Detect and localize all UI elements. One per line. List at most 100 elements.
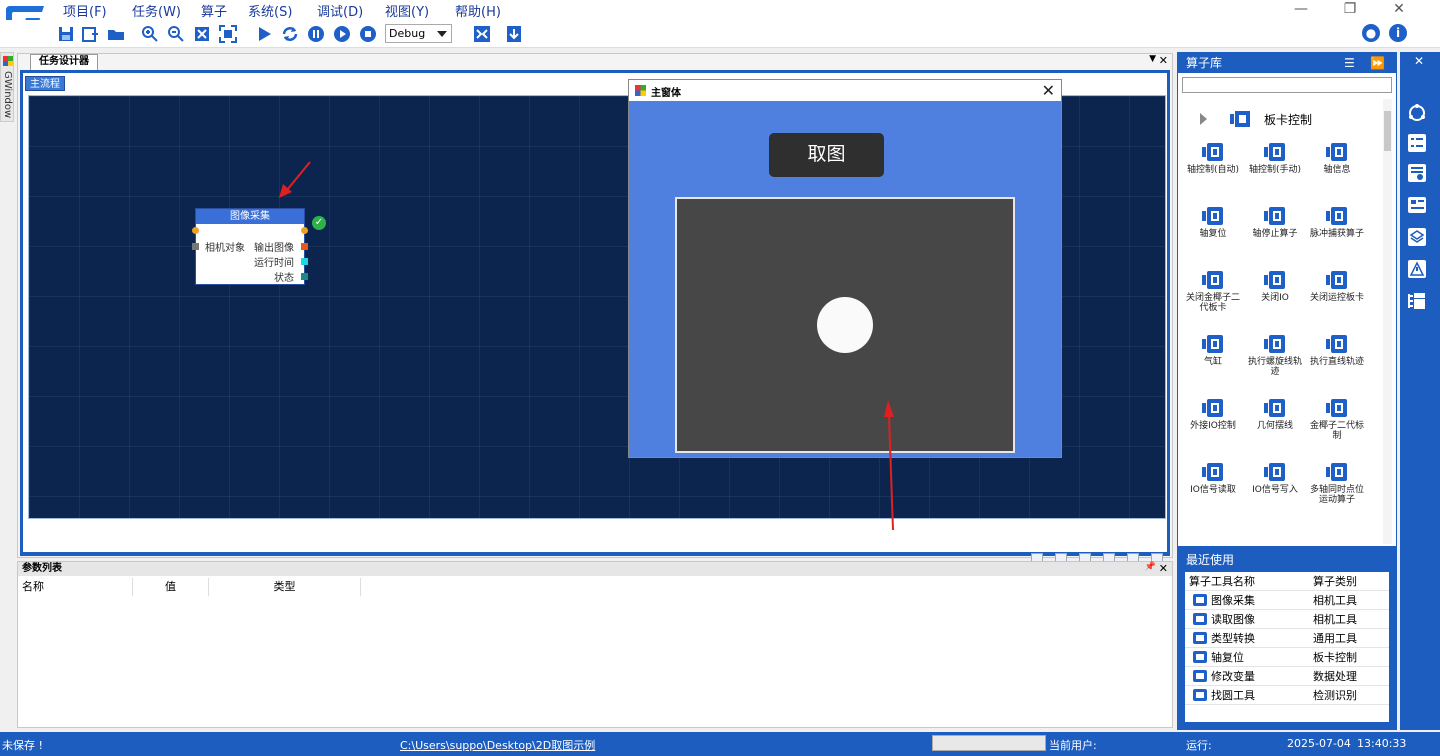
pause-icon[interactable] [306,24,326,44]
tab-main-flow[interactable]: 主流程 [25,76,65,91]
operator-item[interactable]: 执行直线轨迹 [1306,333,1368,367]
operator-item[interactable]: 轴停止算子 [1244,205,1306,239]
user-icon[interactable]: ● [1362,24,1380,42]
layers-icon[interactable] [1406,226,1428,248]
menu-system[interactable]: 系统(S) [248,1,292,20]
recent-row[interactable]: 读取图像 相机工具 [1185,610,1389,629]
operator-item[interactable]: 关闭IO [1244,269,1306,303]
recent-name: 找圆工具 [1211,689,1255,702]
operator-label: 轴信息 [1323,165,1351,175]
operator-item[interactable]: 脉冲捕获算子 [1306,205,1368,239]
status-time: 13:40:33 [1357,737,1407,750]
cylinder-icon [1202,333,1224,355]
library-search-input[interactable] [1182,77,1392,93]
recent-row[interactable]: 图像采集 相机工具 [1185,591,1389,610]
recent-row[interactable]: 找圆工具 检测识别 [1185,686,1389,705]
category-board-control[interactable]: 板卡控制 [1182,105,1378,133]
operator-item[interactable]: 轴控制(手动) [1244,141,1306,175]
fit-icon[interactable] [192,24,212,44]
run-icon[interactable] [254,24,274,44]
settings-list-icon[interactable] [1406,162,1428,184]
zoom-out-icon[interactable] [166,24,186,44]
operator-item[interactable]: 轴复位 [1182,205,1244,239]
status-port[interactable] [301,273,308,280]
menu-operator[interactable]: 算子 [201,1,227,20]
library-scrollbar[interactable] [1383,99,1392,544]
operator-item[interactable]: 关闭金椰子二代板卡 [1182,269,1244,313]
download-icon[interactable] [504,24,524,44]
operator-item[interactable]: IO信号读取 [1182,461,1244,495]
axis-reset-icon [1193,651,1207,663]
params-close-icon[interactable]: ✕ [1159,562,1168,575]
sync-icon[interactable] [1406,102,1428,124]
step-icon[interactable] [332,24,352,44]
running-label: 运行: [1186,739,1212,752]
checklist-icon[interactable] [1406,132,1428,154]
warning-icon[interactable] [1406,258,1428,280]
recent-row[interactable]: 修改变量 数据处理 [1185,667,1389,686]
open-folder-icon[interactable] [106,24,126,44]
menu-view[interactable]: 视图(Y) [385,1,429,20]
menu-project[interactable]: 项目(F) [63,1,107,20]
recent-type: 数据处理 [1313,670,1357,683]
column-name[interactable]: 名称 [22,578,133,596]
scrollbar-thumb[interactable] [1384,111,1391,151]
breakpoint-icon[interactable] [472,24,492,44]
operator-item[interactable]: 气缸 [1182,333,1244,367]
zoom-in-icon[interactable] [140,24,160,44]
node-input-port[interactable] [192,227,199,234]
operator-item[interactable]: 执行螺旋线轨迹 [1244,333,1306,377]
find-circle-icon [1193,689,1207,701]
convert-icon [1193,632,1207,644]
loop-run-icon[interactable] [280,24,300,44]
stop-icon[interactable] [358,24,378,44]
recent-row[interactable]: 轴复位 板卡控制 [1185,648,1389,667]
restore-button[interactable]: ❐ [1327,0,1373,20]
rail-close-icon[interactable]: ✕ [1414,54,1424,68]
panel-icon[interactable] [1406,194,1428,216]
operator-item[interactable]: 外接IO控制 [1182,397,1244,431]
operator-item[interactable]: 金椰子二代标制 [1306,397,1368,441]
column-type[interactable]: 类型 [209,578,361,596]
minimize-button[interactable]: — [1278,0,1324,20]
menu-help[interactable]: 帮助(H) [455,1,501,20]
recent-row[interactable]: 类型转换 通用工具 [1185,629,1389,648]
camera-object-port[interactable] [192,243,199,250]
new-file-icon[interactable] [80,24,100,44]
close-icon[interactable]: ✕ [1159,54,1168,67]
popup-titlebar[interactable]: 主窗体 ✕ [629,80,1061,101]
operator-item[interactable]: 轴信息 [1306,141,1368,175]
mode-select[interactable]: Debug [385,24,452,43]
menu-icon[interactable]: ☰ [1344,53,1355,73]
output-image-port[interactable] [301,243,308,250]
tree-list-icon[interactable] [1406,290,1428,312]
operator-item[interactable]: 多轴同时点位运动算子 [1306,461,1368,505]
window-icon [3,56,13,66]
menu-debug[interactable]: 调试(D) [317,1,363,20]
info-icon[interactable]: i [1389,24,1407,42]
project-path-link[interactable]: C:\Users\suppo\Desktop\2D取图示例 [400,737,595,753]
operator-item[interactable]: 关闭运控板卡 [1306,269,1368,303]
left-dock-strip[interactable]: GWindow [0,52,14,122]
operator-label: 金椰子二代标制 [1309,421,1364,441]
pin-icon[interactable]: 📌 [1145,562,1156,572]
runtime-port[interactable] [301,258,308,265]
tab-task-designer[interactable]: 任务设计器 [30,54,98,70]
popup-close-button[interactable]: ✕ [1042,81,1055,100]
axis-info-icon [1326,141,1348,163]
close-window-button[interactable]: ✕ [1376,0,1422,20]
dropdown-icon[interactable]: ▼ [1149,54,1156,64]
operator-item[interactable]: 轴控制(自动) [1182,141,1244,175]
node-title: 图像采集 [196,209,304,224]
image-capture-node[interactable]: 图像采集 相机对象 输出图像 运行时间 状态 [192,208,308,285]
operator-item[interactable]: IO信号写入 [1244,461,1306,495]
grab-image-button[interactable]: 取图 [769,133,884,177]
operator-item[interactable]: 几何摆线 [1244,397,1306,431]
forward-icon[interactable]: ⏩ [1370,53,1385,73]
node-output-port[interactable] [301,227,308,234]
fullscreen-icon[interactable] [218,24,238,44]
node-output-image-label: 输出图像 [254,243,294,254]
save-icon[interactable] [56,24,76,44]
column-value[interactable]: 值 [133,578,209,596]
menu-task[interactable]: 任务(W) [132,1,181,20]
